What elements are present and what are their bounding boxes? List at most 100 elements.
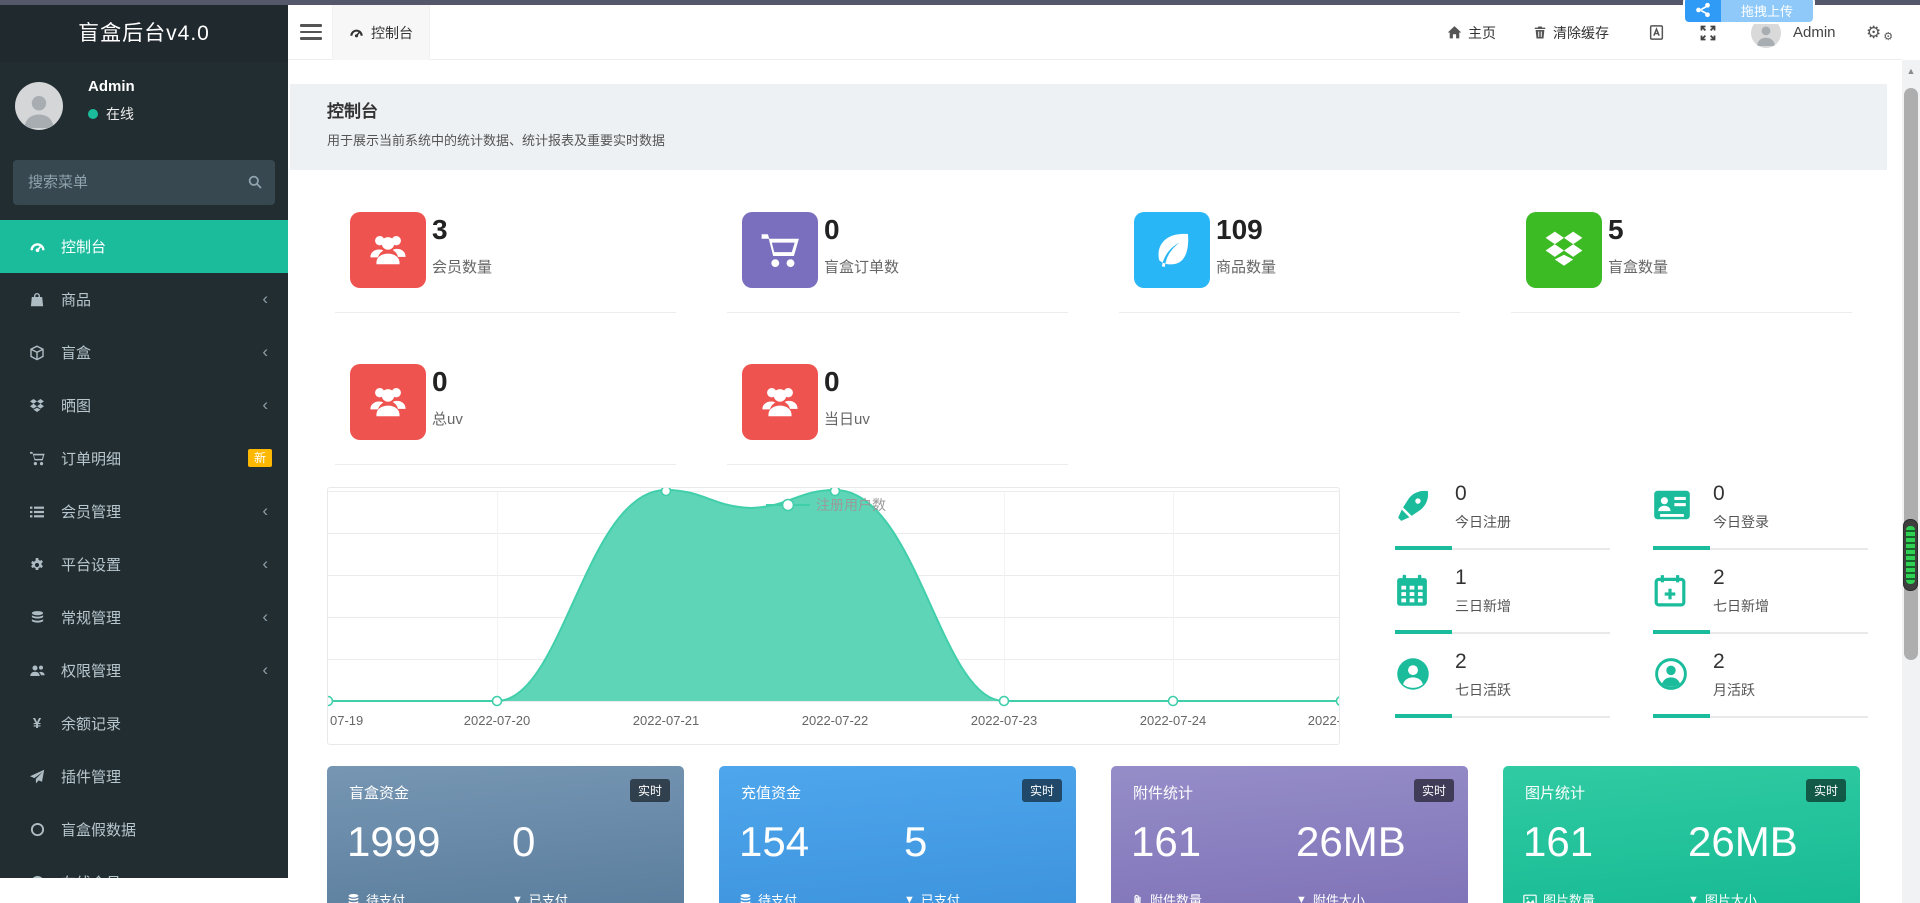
calendar-icon xyxy=(1395,572,1429,613)
database-icon xyxy=(740,893,751,903)
home-button[interactable]: 主页 xyxy=(1447,5,1496,60)
search-icon[interactable] xyxy=(247,174,263,195)
divider xyxy=(335,312,676,313)
filter-icon: ▼ xyxy=(1688,893,1699,903)
sidebar-item-platform-settings[interactable]: 平台设置 ‹ xyxy=(0,538,288,591)
realtime-badge: 实时 xyxy=(1805,779,1846,802)
quick-stat-label: 三日新增 xyxy=(1455,598,1511,614)
quick-stat-label: 今日登录 xyxy=(1713,514,1769,530)
stat-label: 盲盒订单数 xyxy=(824,259,900,276)
cart-icon xyxy=(27,450,47,467)
svg-text:2022-07-21: 2022-07-21 xyxy=(633,713,700,728)
card-value: 5 xyxy=(904,818,928,865)
clear-cache-button[interactable]: 清除缓存 xyxy=(1533,5,1609,60)
fund-card-recharge: 充值资金 实时 154 5 待支付 ▼ 已支付 xyxy=(719,766,1076,903)
stat-label: 商品数量 xyxy=(1216,259,1277,276)
sidebar-item-balance[interactable]: ¥ 余额记录 xyxy=(0,697,288,750)
card-value: 0 xyxy=(512,818,536,865)
sidebar-item-console[interactable]: 控制台 xyxy=(0,220,288,273)
rocket-icon xyxy=(1395,488,1431,529)
scroll-up-arrow-icon[interactable]: ▲ xyxy=(1902,66,1920,76)
trash-icon xyxy=(1533,25,1547,40)
app-title: 盲盒后台v4.0 xyxy=(0,5,288,62)
stat-card-members: 3 会员数量 xyxy=(327,190,684,313)
chevron-left-icon: ‹ xyxy=(262,500,268,520)
gauge-icon xyxy=(27,238,47,255)
translate-button[interactable] xyxy=(1648,5,1665,60)
top-navbar: 控制台 主页 清除缓存 Admin ⚙ ⚙ xyxy=(288,5,1902,60)
user-status-label: 在线 xyxy=(106,106,134,122)
x-axis-labels: 07-19 2022-07-20 2022-07-21 2022-07-22 2… xyxy=(330,713,1339,728)
users-icon xyxy=(742,364,818,440)
realtime-badge: 实时 xyxy=(629,779,670,802)
username-label: Admin xyxy=(1793,24,1836,41)
sidebar-menu: 控制台 商品 ‹ 盲盒 ‹ 晒图 ‹ 订单明细 新 会员管理 ‹ 平台设置 ‹ … xyxy=(0,220,288,878)
tab-label: 控制台 xyxy=(371,24,413,41)
card-value: 161 xyxy=(1523,818,1594,865)
menu-search xyxy=(13,160,275,205)
sidebar-item-plugins[interactable]: 插件管理 xyxy=(0,750,288,803)
search-input[interactable] xyxy=(13,160,275,205)
card-stat-label: 待支付 xyxy=(347,890,405,903)
scrollbar[interactable]: ▲ xyxy=(1902,60,1920,903)
list-icon xyxy=(27,504,47,520)
chevron-left-icon: ‹ xyxy=(262,288,268,308)
realtime-badge: 实时 xyxy=(1413,779,1454,802)
avatar[interactable] xyxy=(15,82,63,130)
divider xyxy=(727,312,1068,313)
drag-upload-widget[interactable]: 拖拽上传 xyxy=(1683,0,1815,24)
quick-stat-today-register: 0 今日注册 xyxy=(1395,482,1610,550)
card-value: 161 xyxy=(1131,818,1202,865)
sidebar-item-fake-data[interactable]: 盲盒假数据 xyxy=(0,803,288,856)
sidebar-item-goods[interactable]: 商品 ‹ xyxy=(0,273,288,326)
shopping-bag-icon xyxy=(27,292,47,308)
stat-value: 5 xyxy=(1608,214,1624,245)
quick-stat-value: 0 xyxy=(1713,482,1725,505)
card-stat-label: ▼ 图片大小 xyxy=(1688,890,1757,903)
clear-cache-label: 清除缓存 xyxy=(1553,24,1609,41)
divider xyxy=(1653,630,1868,634)
cube-icon xyxy=(27,344,47,361)
divider xyxy=(1119,312,1460,313)
sidebar-item-photos[interactable]: 晒图 ‹ xyxy=(0,379,288,432)
users-icon xyxy=(27,663,47,679)
home-icon xyxy=(1447,25,1462,40)
stat-label: 盲盒数量 xyxy=(1608,259,1669,276)
sidebar-item-members[interactable]: 会员管理 ‹ xyxy=(0,485,288,538)
stat-card-total-uv: 0 总uv xyxy=(327,342,684,465)
filter-icon: ▼ xyxy=(1296,893,1307,903)
divider xyxy=(1511,312,1852,313)
yen-icon: ¥ xyxy=(32,715,42,732)
sidebar-item-label: 在线会员 xyxy=(61,872,121,878)
stat-value: 109 xyxy=(1216,214,1263,245)
page-subtitle: 用于展示当前系统中的统计数据、统计报表及重要实时数据 xyxy=(327,133,666,148)
sidebar-item-orders[interactable]: 订单明细 新 xyxy=(0,432,288,485)
sidebar-item-permissions[interactable]: 权限管理 ‹ xyxy=(0,644,288,697)
hamburger-icon[interactable] xyxy=(300,24,322,40)
stat-label: 总uv xyxy=(432,411,463,428)
stat-card-box-orders: 0 盲盒订单数 xyxy=(719,190,1076,313)
quick-stat-value: 0 xyxy=(1455,482,1467,505)
sidebar-item-label: 插件管理 xyxy=(61,769,122,786)
card-stat-label: 附件数量 xyxy=(1131,890,1202,903)
quick-stat-label: 七日活跃 xyxy=(1455,682,1511,698)
legend-label: 注册用户数 xyxy=(816,497,886,513)
label-text: 图片数量 xyxy=(1543,893,1596,903)
settings-button[interactable]: ⚙ ⚙ xyxy=(1866,5,1893,60)
stat-value: 0 xyxy=(824,366,840,397)
extension-battery-widget[interactable] xyxy=(1903,519,1918,591)
card-title: 盲盒资金 xyxy=(349,785,410,802)
sidebar-item-online-members[interactable]: 在线会员 xyxy=(0,856,288,878)
divider xyxy=(1395,630,1610,634)
sidebar-item-general[interactable]: 常规管理 ‹ xyxy=(0,591,288,644)
stat-card-boxes: 5 盲盒数量 xyxy=(1503,190,1860,313)
fund-card-blindbox: 盲盒资金 实时 1999 0 待支付 ▼ 已支付 xyxy=(327,766,684,903)
card-title: 充值资金 xyxy=(741,785,802,802)
sidebar-item-label: 控制台 xyxy=(61,239,107,256)
card-value: 26MB xyxy=(1688,818,1798,865)
sidebar-item-blindbox[interactable]: 盲盒 ‹ xyxy=(0,326,288,379)
user-status: 在线 xyxy=(88,104,134,124)
chevron-left-icon: ‹ xyxy=(262,394,268,414)
sidebar-item-label: 晒图 xyxy=(61,398,92,415)
tab-console[interactable]: 控制台 xyxy=(332,5,430,60)
